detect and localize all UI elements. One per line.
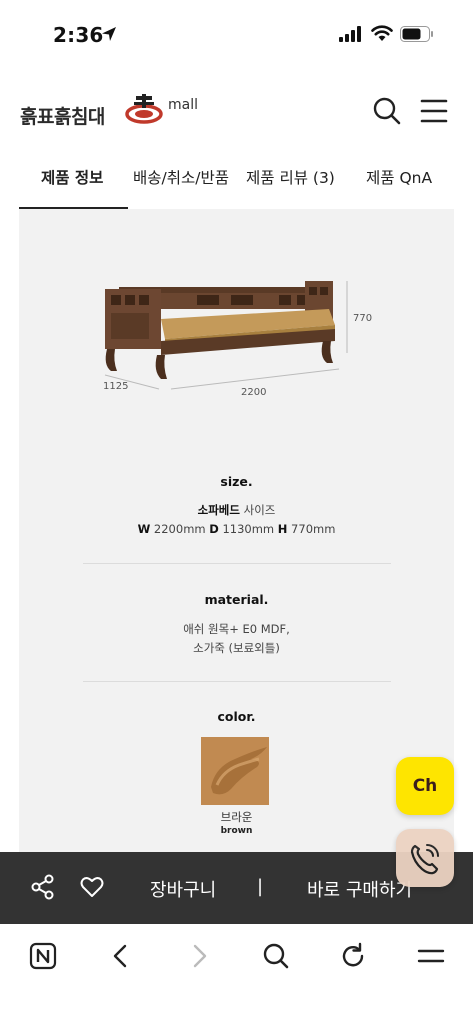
dimension-width: 2200 <box>241 387 267 398</box>
site-header: 흙표흙침대 mall <box>0 70 473 156</box>
color-name-en: brown <box>220 826 253 836</box>
section-divider <box>83 681 391 682</box>
logo-text: 흙표흙침대 <box>20 106 105 128</box>
section-divider <box>83 563 391 564</box>
cellular-signal-icon <box>339 26 361 42</box>
material-title: material. <box>204 592 269 607</box>
sofa-bed-image <box>104 281 348 390</box>
browser-toolbar <box>0 924 473 1024</box>
color-title: color. <box>217 709 256 724</box>
phone-call-icon <box>410 844 439 875</box>
back-arrow-icon[interactable] <box>106 941 136 971</box>
dimension-depth: 1125 <box>103 381 129 392</box>
status-bar: 2:36 <box>0 0 473 70</box>
color-swatch-brown[interactable] <box>201 737 269 805</box>
size-product-name: 소파베드 <box>197 503 240 517</box>
wifi-icon <box>371 25 393 41</box>
material-description: 애쉬 원목+ E0 MDF, 소가죽 (보료외틀) <box>19 620 454 658</box>
product-detail-panel: 770 1125 2200 size. 소파베드 사이즈 W 2200mm D … <box>19 209 454 869</box>
tab-qna[interactable]: 제품 QnA <box>366 166 432 188</box>
heart-icon[interactable] <box>79 874 105 900</box>
tab-reviews[interactable]: 제품 리뷰 (3) <box>246 166 335 188</box>
dimension-height: 770 <box>353 313 373 324</box>
location-arrow-icon <box>102 27 116 41</box>
color-name-ko: 브라운 <box>220 810 253 824</box>
phone-call-button[interactable] <box>396 829 454 887</box>
kakao-channel-button[interactable]: Ch <box>396 757 454 815</box>
reload-icon[interactable] <box>338 941 368 971</box>
status-time: 2:36 <box>53 23 104 47</box>
search-icon[interactable] <box>372 96 402 126</box>
forward-arrow-icon[interactable] <box>184 941 214 971</box>
logo-suffix: mall <box>168 97 198 113</box>
size-description: 소파베드 사이즈 W 2200mm D 1130mm H 770mm <box>19 501 454 539</box>
size-title: size. <box>220 474 253 489</box>
menu-icon[interactable] <box>416 941 446 971</box>
share-icon[interactable] <box>30 874 56 900</box>
battery-icon <box>400 26 433 42</box>
naver-n-icon[interactable] <box>28 941 58 971</box>
product-tabs: 제품 정보 배송/취소/반품 제품 리뷰 (3) 제품 QnA <box>0 156 473 210</box>
swatch-smear-texture <box>211 747 267 795</box>
tab-shipping-returns[interactable]: 배송/취소/반품 <box>133 166 229 188</box>
hamburger-menu-icon[interactable] <box>420 98 448 124</box>
size-line-2: W 2200mm D 1130mm H 770mm <box>137 522 336 536</box>
material-line-1: 애쉬 원목+ E0 MDF, <box>183 622 290 636</box>
logo-mark-icon <box>125 94 163 124</box>
tab-product-info[interactable]: 제품 정보 <box>41 166 103 188</box>
size-line-1: 소파베드 사이즈 <box>197 503 276 517</box>
kakao-channel-label: Ch <box>412 776 438 796</box>
add-to-cart-button[interactable]: 장바구니 <box>150 876 216 902</box>
material-line-2: 소가죽 (보료외틀) <box>193 641 280 655</box>
bar-separator: | <box>257 876 264 897</box>
search-icon[interactable] <box>261 941 291 971</box>
